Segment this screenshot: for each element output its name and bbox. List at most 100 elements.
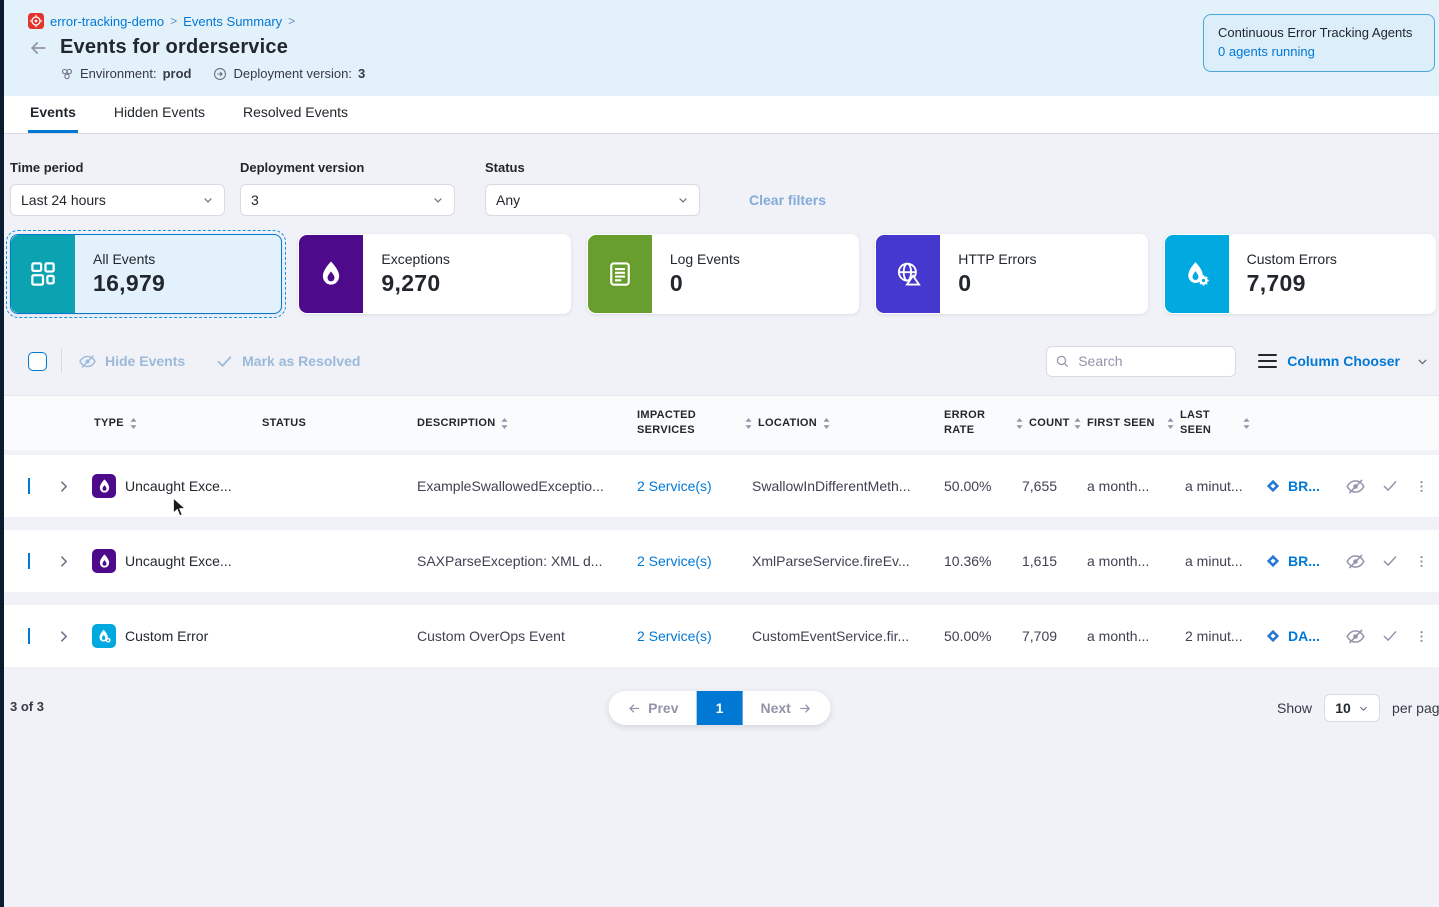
column-header-impacted-services[interactable]: IMPACTED SERVICES <box>622 408 740 438</box>
count-cell: 1,615 <box>1010 553 1068 569</box>
deployment-value: 3 <box>358 66 365 81</box>
breadcrumb-link-events-summary[interactable]: Events Summary <box>183 14 282 29</box>
jira-icon <box>1265 628 1281 644</box>
sort-icon[interactable] <box>822 417 831 430</box>
flame-icon <box>316 259 346 289</box>
tab-events[interactable]: Events <box>28 104 78 133</box>
description-cell: SAXParseException: XML d... <box>402 553 622 569</box>
time-period-filter: Time period Last 24 hours <box>10 160 225 216</box>
deployment-version-label: Deployment version <box>240 160 455 175</box>
mark-resolved-button[interactable]: Mark as Resolved <box>215 352 360 371</box>
event-type-label: Uncaught Exce... <box>125 553 232 569</box>
agents-panel: Continuous Error Tracking Agents 0 agent… <box>1203 14 1435 72</box>
events-table: TYPE STATUS DESCRIPTION IMPACTED SERVICE… <box>0 395 1439 667</box>
table-row[interactable]: Custom Error Custom OverOps Event 2 Serv… <box>0 605 1439 667</box>
column-chooser-button[interactable]: Column Chooser <box>1287 353 1400 369</box>
sort-icon[interactable] <box>1242 417 1251 430</box>
stat-card[interactable]: Log Events 0 <box>587 234 859 314</box>
jira-ticket-link[interactable]: BR... <box>1251 478 1341 494</box>
stat-card-value: 9,270 <box>381 270 449 297</box>
row-expand-chevron-icon[interactable] <box>48 554 82 569</box>
sort-icon[interactable] <box>1073 417 1082 430</box>
resolve-event-icon[interactable] <box>1381 627 1399 645</box>
sort-icon[interactable] <box>1166 417 1175 430</box>
sort-icon[interactable] <box>744 417 753 430</box>
event-type-label: Custom Error <box>125 628 208 644</box>
eye-slash-icon <box>78 352 97 371</box>
impacted-services-link[interactable]: 2 Service(s) <box>637 628 712 644</box>
column-header-last-seen[interactable]: LAST SEEN <box>1161 408 1251 438</box>
event-type-cell: Custom Error <box>82 624 247 648</box>
resolve-event-icon[interactable] <box>1381 552 1399 570</box>
column-header-location[interactable]: LOCATION <box>740 416 935 431</box>
column-header-error-rate[interactable]: ERROR RATE <box>935 408 1010 438</box>
sort-icon[interactable] <box>1015 417 1024 430</box>
stat-card-value: 0 <box>958 270 1036 297</box>
hide-event-icon[interactable] <box>1345 551 1366 572</box>
hide-event-icon[interactable] <box>1345 626 1366 647</box>
stat-card-value: 16,979 <box>93 270 165 297</box>
back-arrow-icon[interactable] <box>28 38 48 58</box>
count-cell: 7,655 <box>1010 478 1068 494</box>
first-seen-cell: a month... <box>1068 628 1161 644</box>
impacted-services-link[interactable]: 2 Service(s) <box>637 553 712 569</box>
sort-icon[interactable] <box>500 417 509 430</box>
stat-card-label: Custom Errors <box>1247 251 1337 267</box>
resolve-event-icon[interactable] <box>1381 477 1399 495</box>
stat-card[interactable]: Custom Errors 7,709 <box>1164 234 1436 314</box>
error-rate-cell: 10.36% <box>935 553 1010 569</box>
agents-running-link[interactable]: 0 agents running <box>1218 44 1315 59</box>
row-checkbox[interactable] <box>28 553 30 569</box>
page-number-button[interactable]: 1 <box>697 691 743 725</box>
prev-page-button[interactable]: Prev <box>608 691 696 725</box>
column-header-description[interactable]: DESCRIPTION <box>402 416 622 431</box>
hide-event-icon[interactable] <box>1345 476 1366 497</box>
clear-filters-button[interactable]: Clear filters <box>749 192 826 208</box>
select-all-checkbox[interactable] <box>28 352 47 371</box>
page-title: Events for orderservice <box>60 36 288 59</box>
tab-resolved-events[interactable]: Resolved Events <box>241 104 350 133</box>
chevron-down-icon <box>1358 703 1369 714</box>
location-cell: CustomEventService.fir... <box>740 628 935 644</box>
chevron-down-icon[interactable] <box>1416 355 1429 368</box>
row-expand-chevron-icon[interactable] <box>48 629 82 644</box>
next-page-button[interactable]: Next <box>743 691 831 725</box>
status-select[interactable]: Any <box>485 184 700 216</box>
column-header-count[interactable]: COUNT <box>1010 416 1068 431</box>
column-header-status[interactable]: STATUS <box>247 416 402 431</box>
chevron-down-icon <box>202 194 214 206</box>
stat-card[interactable]: All Events 16,979 <box>10 234 282 314</box>
jira-ticket-link[interactable]: BR... <box>1251 553 1341 569</box>
column-header-first-seen[interactable]: FIRST SEEN <box>1068 416 1161 431</box>
pagination-summary: 3 of 3 <box>10 699 44 714</box>
sort-icon[interactable] <box>129 417 138 430</box>
hide-events-button[interactable]: Hide Events <box>78 352 185 371</box>
flame-icon <box>96 553 113 570</box>
row-checkbox[interactable] <box>28 478 30 494</box>
deployment-icon <box>213 67 227 81</box>
last-seen-cell: a minut... <box>1161 478 1251 494</box>
table-row[interactable]: Uncaught Exce... ExampleSwallowedExcepti… <box>0 455 1439 517</box>
status-label: Status <box>485 160 700 175</box>
show-label: Show <box>1277 700 1312 716</box>
table-body: Uncaught Exce... ExampleSwallowedExcepti… <box>0 455 1439 667</box>
kebab-menu-icon[interactable] <box>1414 553 1429 570</box>
search-input[interactable] <box>1046 346 1236 377</box>
breadcrumb-link-project[interactable]: error-tracking-demo <box>50 14 164 29</box>
table-row[interactable]: Uncaught Exce... SAXParseException: XML … <box>0 530 1439 592</box>
stat-card[interactable]: Exceptions 9,270 <box>298 234 570 314</box>
page-size-select[interactable]: 10 <box>1324 694 1380 722</box>
tab-hidden-events[interactable]: Hidden Events <box>112 104 207 133</box>
column-header-type[interactable]: TYPE <box>82 416 247 431</box>
row-checkbox[interactable] <box>28 628 30 644</box>
stat-card[interactable]: HTTP Errors 0 <box>875 234 1147 314</box>
kebab-menu-icon[interactable] <box>1414 478 1429 495</box>
jira-ticket-link[interactable]: DA... <box>1251 628 1341 644</box>
error-rate-cell: 50.00% <box>935 628 1010 644</box>
time-period-select[interactable]: Last 24 hours <box>10 184 225 216</box>
impacted-services-link[interactable]: 2 Service(s) <box>637 478 712 494</box>
row-expand-chevron-icon[interactable] <box>48 479 82 494</box>
deployment-version-select[interactable]: 3 <box>240 184 455 216</box>
kebab-menu-icon[interactable] <box>1414 628 1429 645</box>
row-actions <box>1341 551 1439 572</box>
